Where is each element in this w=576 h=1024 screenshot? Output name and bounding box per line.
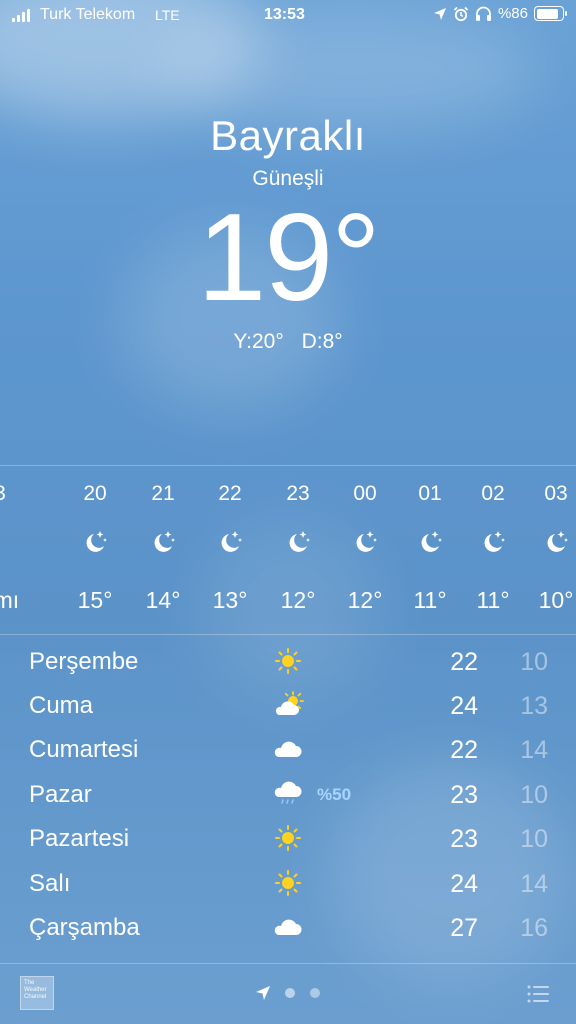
- hour-temp: 11°: [476, 587, 510, 613]
- hour-time: 22: [218, 482, 242, 505]
- moon-stars-icon: [289, 531, 310, 552]
- moon-stars-icon: [484, 531, 505, 552]
- status-bar: Turk Telekom LTE 13:53 %86: [0, 0, 576, 32]
- moon-stars-icon: [547, 531, 568, 552]
- daily-row: Çarşamba 27 16: [0, 906, 576, 950]
- sun-icon: [275, 870, 301, 896]
- day-high: 27: [450, 914, 478, 942]
- city-name: Bayraklı: [210, 112, 366, 159]
- day-low: 10: [520, 781, 548, 809]
- cloud-rain-icon: [274, 781, 302, 804]
- day-name: Pazar: [29, 781, 92, 808]
- day-high: 23: [450, 781, 478, 809]
- daily-row: Salı 24 14: [0, 862, 576, 906]
- hour-temp: 14°: [145, 587, 181, 613]
- signal-strength-icon: [12, 9, 30, 22]
- day-low: 14: [520, 870, 548, 898]
- daily-row: Cumartesi 22 14: [0, 728, 576, 772]
- alarm-icon: [453, 6, 469, 21]
- day-low: 14: [520, 736, 548, 764]
- page-dot[interactable]: [285, 988, 295, 998]
- hour-temp: 11°: [413, 587, 447, 613]
- hour-temp: 12°: [280, 587, 316, 613]
- current-location-icon[interactable]: [254, 984, 272, 1002]
- location-arrow-icon: [433, 7, 446, 20]
- daily-row: Pazar %50 23 10: [0, 773, 576, 817]
- current-condition: Güneşli: [252, 167, 324, 190]
- page-dot[interactable]: [310, 988, 320, 998]
- battery-percent: %86: [497, 5, 528, 22]
- day-low: 10: [520, 825, 548, 853]
- day-name: Cuma: [29, 692, 94, 719]
- moon-stars-icon: [221, 531, 242, 552]
- hour-time: 01: [418, 482, 442, 505]
- hour-time: 21: [151, 482, 175, 505]
- daily-row: Pazartesi 23 10: [0, 817, 576, 861]
- status-icons: %86: [433, 5, 567, 22]
- cloud-icon: [274, 741, 302, 757]
- network-type: LTE: [155, 7, 180, 23]
- day-high: 22: [450, 648, 478, 676]
- hour-time: 20: [83, 482, 107, 505]
- headphones-icon: [475, 6, 491, 21]
- high-temp: Y:20°: [233, 330, 284, 353]
- hour-time: 02: [481, 482, 505, 505]
- hour-temp: 15°: [77, 587, 113, 613]
- hourly-forecast[interactable]: 3 tımı 20 15° 21 14° 22 13° 23 12° 00 12…: [0, 466, 576, 634]
- day-low: 13: [520, 692, 548, 720]
- day-name: Salı: [29, 870, 71, 897]
- weather-channel-logo[interactable]: The Weather Channel: [20, 976, 54, 1010]
- day-low: 16: [520, 914, 548, 942]
- day-name: Çarşamba: [29, 914, 140, 941]
- hour-temp: tımı: [0, 587, 20, 613]
- day-high: 22: [450, 736, 478, 764]
- hour-time: 23: [286, 482, 310, 505]
- hour-temp: 12°: [347, 587, 383, 613]
- day-high: 23: [450, 825, 478, 853]
- hour-time: 00: [353, 482, 377, 505]
- bottom-toolbar: The Weather Channel: [0, 964, 576, 1024]
- day-name: Perşembe: [29, 648, 139, 675]
- hourly-bottom-divider: [0, 634, 576, 635]
- hour-time: 03: [544, 482, 568, 505]
- day-name: Cumartesi: [29, 736, 139, 763]
- daily-row: Cuma 24 13: [0, 684, 576, 728]
- current-temperature: 19°: [197, 189, 381, 327]
- cloud-icon: [274, 919, 302, 935]
- day-name: Pazartesi: [29, 825, 130, 852]
- daily-row: Perşembe 22 10: [0, 640, 576, 684]
- low-temp: D:8°: [301, 330, 343, 353]
- day-low: 10: [520, 648, 548, 676]
- partly-cloudy-icon: [275, 691, 304, 715]
- hour-time: 3: [0, 482, 35, 506]
- moon-stars-icon: [86, 531, 107, 552]
- moon-stars-icon: [154, 531, 175, 552]
- carrier-name: Turk Telekom: [40, 6, 136, 23]
- city-list-icon[interactable]: [526, 983, 550, 1005]
- status-clock: 13:53: [264, 6, 305, 23]
- sun-icon: [275, 648, 301, 674]
- sun-icon: [275, 825, 301, 851]
- hour-temp: 10°: [538, 587, 574, 613]
- day-high: 24: [450, 870, 478, 898]
- high-low: Y:20° D:8°: [0, 330, 576, 354]
- battery-icon: [534, 6, 567, 21]
- hour-temp: 13°: [212, 587, 248, 613]
- day-high: 24: [450, 692, 478, 720]
- precip-chance: %50: [317, 785, 352, 804]
- moon-stars-icon: [421, 531, 442, 552]
- moon-stars-icon: [356, 531, 377, 552]
